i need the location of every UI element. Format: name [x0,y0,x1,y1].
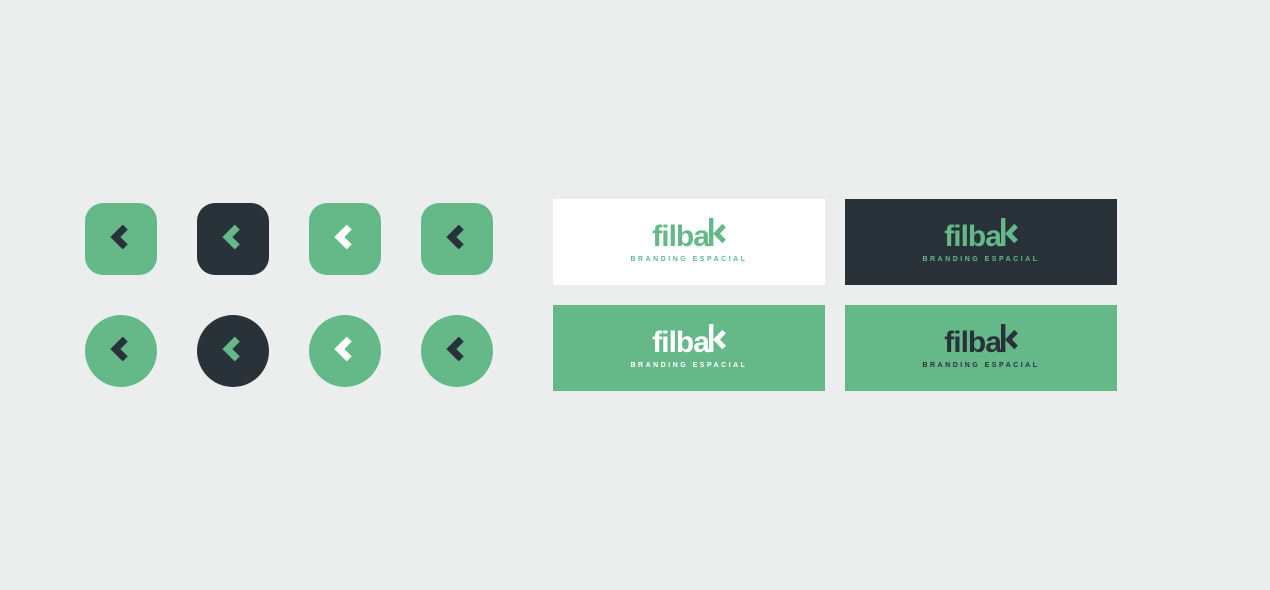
brand-wordmark: filba [652,222,725,252]
logo-panel-green-white: filba BRANDING ESPACIAL [553,305,825,391]
logo-panel-white-green: filba BRANDING ESPACIAL [553,199,825,285]
brand-name-text: filba [944,328,1001,358]
icon-tile-circle-dark-green [197,315,269,387]
brand-name-text: filba [652,222,709,252]
icon-tile-circle-green-white [309,315,381,387]
chevron-left-icon [104,220,138,259]
brand-tagline: BRANDING ESPACIAL [922,362,1039,369]
logo-variants-grid: filba BRANDING ESPACIAL filba BRANDING ESPA… [553,199,1117,391]
brand-tagline: BRANDING ESPACIAL [922,256,1039,263]
brand-wordmark: filba [944,328,1017,358]
icon-variants-grid [85,203,493,387]
chevron-left-icon [328,332,362,371]
logo-panel-green-dark: filba BRANDING ESPACIAL [845,305,1117,391]
icon-tile-squircle-green-white [309,203,381,275]
brand-name-text: filba [652,328,709,358]
icon-tile-squircle-dark-green [197,203,269,275]
icon-tile-circle-green-dark [421,315,493,387]
chevron-left-icon [440,220,474,259]
brand-spec-sheet: filba BRANDING ESPACIAL filba BRANDING ESPA… [85,199,1185,391]
icon-tile-circle-green-dark [85,315,157,387]
logo-panel-dark-green: filba BRANDING ESPACIAL [845,199,1117,285]
chevron-left-icon [440,332,474,371]
brand-wordmark: filba [652,328,725,358]
chevron-left-icon [104,332,138,371]
chevron-left-icon [328,220,362,259]
chevron-left-icon [216,220,250,259]
brand-tagline: BRANDING ESPACIAL [630,362,747,369]
brand-name-text: filba [944,222,1001,252]
brand-tagline: BRANDING ESPACIAL [630,256,747,263]
chevron-left-icon [216,332,250,371]
icon-tile-squircle-green-dark [421,203,493,275]
icon-tile-squircle-green-dark [85,203,157,275]
brand-wordmark: filba [944,222,1017,252]
